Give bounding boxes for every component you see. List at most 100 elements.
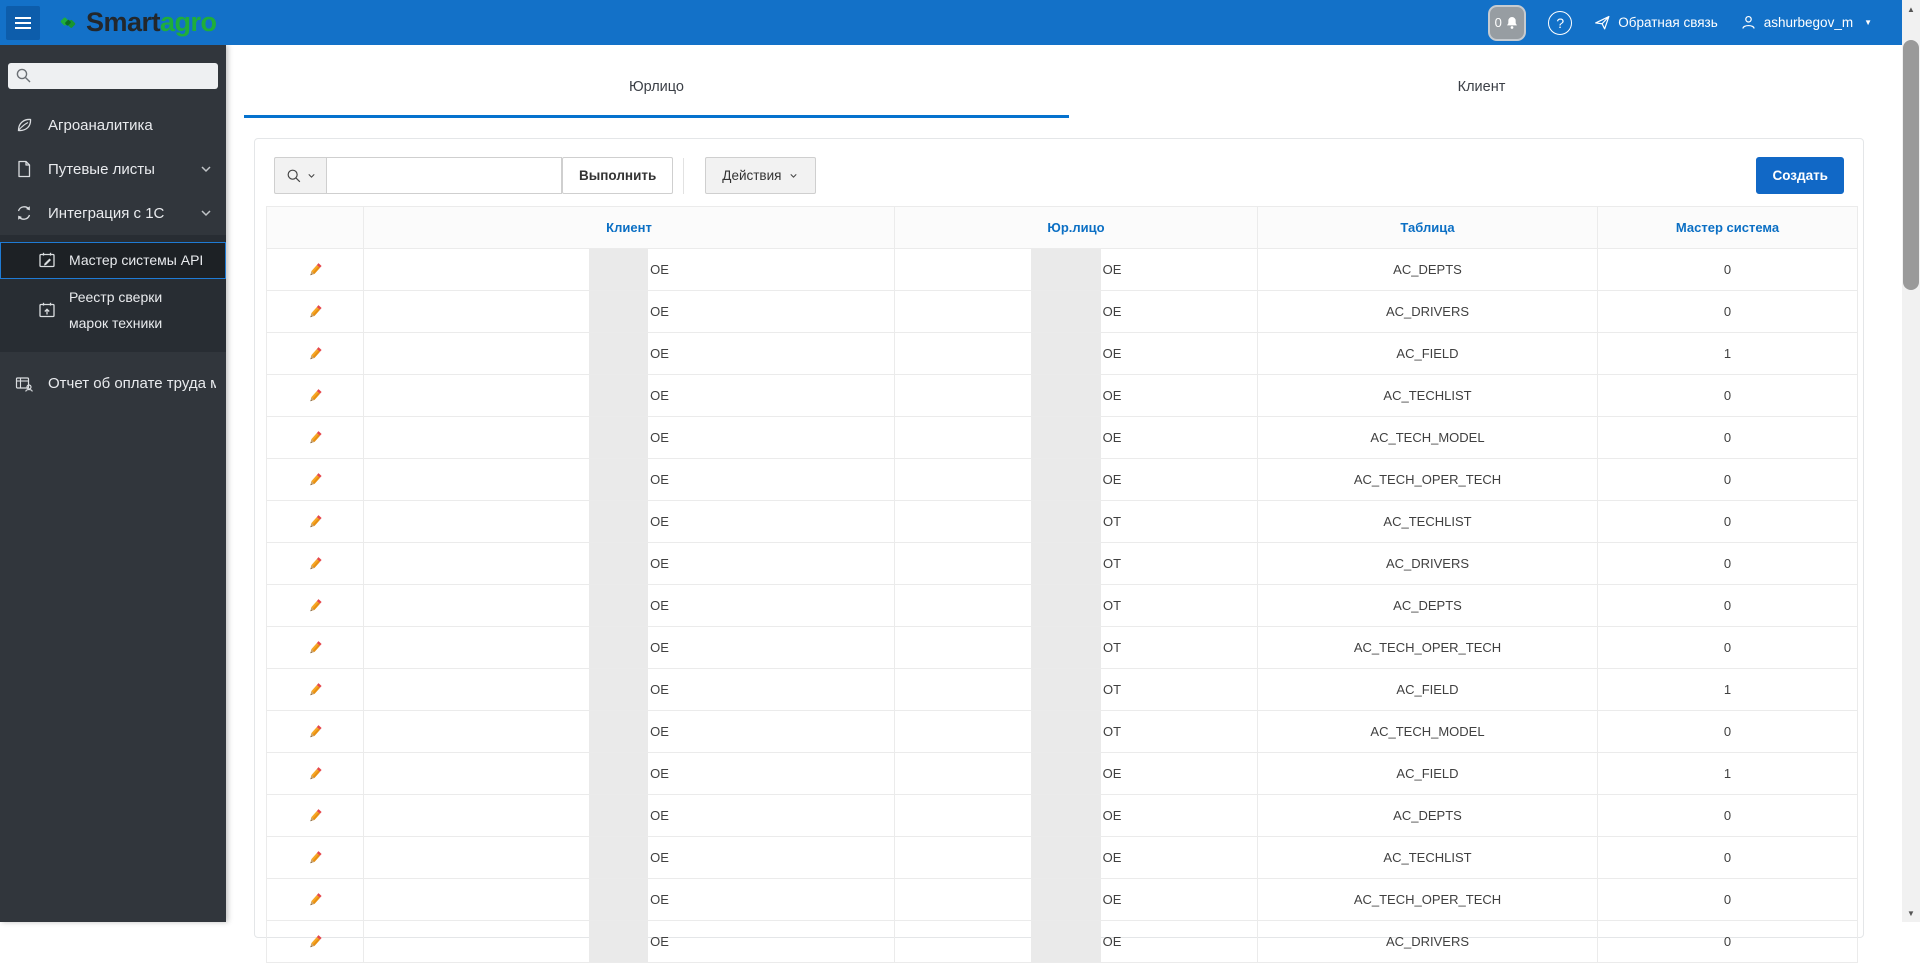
master-system-cell: 0 — [1597, 500, 1858, 543]
report-search-input[interactable] — [326, 157, 562, 194]
table-name-cell: AC_FIELD — [1257, 668, 1598, 711]
search-icon — [16, 68, 31, 83]
actions-button[interactable]: Действия — [705, 157, 817, 194]
table-name-cell: AC_DEPTS — [1257, 248, 1598, 291]
app-header: Smartagro 0 ? Обратная связь ashurbegov_… — [0, 0, 1902, 45]
redacted-entity-name — [1030, 375, 1101, 416]
edit-pencil-icon[interactable] — [307, 764, 324, 783]
execute-button[interactable]: Выполнить — [562, 157, 674, 194]
help-button[interactable]: ? — [1548, 10, 1573, 35]
tab-client[interactable]: Клиент — [1069, 59, 1894, 118]
edit-pencil-icon[interactable] — [307, 638, 324, 657]
edit-pencil-icon[interactable] — [307, 932, 324, 951]
redacted-entity-name — [1030, 459, 1101, 500]
sidebar-item-labor-payment-report[interactable]: Отчет об оплате труда ме — [0, 362, 226, 406]
sidebar-submenu-1c: Мастер системы API Реестр сверки марок т… — [0, 235, 226, 352]
edit-pencil-icon[interactable] — [307, 428, 324, 447]
edit-pencil-icon[interactable] — [307, 680, 324, 699]
master-system-cell: 0 — [1597, 248, 1858, 291]
feedback-link[interactable]: Обратная связь — [1594, 14, 1718, 31]
edit-pencil-icon[interactable] — [307, 386, 324, 405]
redacted-client-name — [589, 291, 649, 332]
actions-label: Действия — [722, 168, 782, 183]
report-panel: Выполнить Действия Создать Клиент Юр.лиц… — [254, 138, 1864, 963]
column-header-table[interactable]: Таблица — [1257, 206, 1598, 249]
table-row: ОЕ ОЕ AC_DEPTS 0 — [266, 794, 1858, 837]
master-system-cell: 1 — [1597, 332, 1858, 375]
edit-pencil-icon[interactable] — [307, 806, 324, 825]
toolbar: Выполнить Действия Создать — [266, 157, 1852, 194]
master-system-cell: 0 — [1597, 836, 1858, 879]
redacted-entity-name — [1030, 417, 1101, 458]
entity-name-suffix: ОЕ — [1102, 808, 1122, 823]
table-name-cell: AC_TECHLIST — [1257, 500, 1598, 543]
edit-pencil-icon[interactable] — [307, 890, 324, 909]
column-header-legal-entity[interactable]: Юр.лицо — [894, 206, 1258, 249]
sidebar-item-agroanalytics[interactable]: Агроаналитика — [0, 103, 226, 147]
edit-pencil-icon[interactable] — [307, 260, 324, 279]
table-name-cell: AC_DEPTS — [1257, 584, 1598, 627]
scrollbar-thumb[interactable] — [1903, 40, 1919, 290]
master-system-cell: 0 — [1597, 878, 1858, 921]
user-menu[interactable]: ashurbegov_m ▼ — [1740, 14, 1872, 31]
edit-pencil-icon[interactable] — [307, 470, 324, 489]
table-row: ОЕ ОЕ AC_DEPTS 0 — [266, 248, 1858, 291]
sidebar-item-master-systems-api[interactable]: Мастер системы API — [0, 242, 226, 279]
search-icon — [287, 169, 300, 182]
vertical-scrollbar[interactable]: ▲ ▼ — [1902, 0, 1920, 922]
edit-pencil-icon[interactable] — [307, 848, 324, 867]
client-name-suffix: ОЕ — [650, 262, 669, 277]
sidebar-search-input[interactable] — [39, 68, 212, 84]
edit-pencil-icon[interactable] — [307, 596, 324, 615]
column-header-edit — [266, 206, 364, 249]
sidebar-item-mark-reconciliation-registry[interactable]: Реестр сверки марок техники — [0, 279, 200, 342]
scroll-up-arrow[interactable]: ▲ — [1902, 0, 1920, 18]
bell-icon — [1506, 16, 1517, 29]
search-options-button[interactable] — [274, 157, 326, 194]
sidebar-item-label: Мастер системы API — [69, 252, 204, 268]
sidebar-item-label: Интеграция с 1С — [48, 204, 165, 222]
redacted-entity-name — [1030, 627, 1101, 668]
table-row: ОЕ ОЕ AC_DRIVERS 0 — [266, 290, 1858, 333]
column-header-client[interactable]: Клиент — [363, 206, 895, 249]
notifications-button[interactable]: 0 — [1488, 4, 1527, 41]
table-row: ОЕ ОЕ AC_FIELD 1 — [266, 332, 1858, 375]
sidebar: Агроаналитика Путевые листы Интеграция с… — [0, 45, 226, 922]
notification-count: 0 — [1494, 15, 1502, 30]
create-button[interactable]: Создать — [1756, 157, 1844, 194]
edit-pencil-icon[interactable] — [307, 722, 324, 741]
sidebar-item-waybills[interactable]: Путевые листы — [0, 147, 226, 191]
redacted-client-name — [589, 417, 649, 458]
sidebar-search[interactable] — [8, 63, 218, 89]
edit-pencil-icon[interactable] — [307, 512, 324, 531]
redacted-client-name — [589, 501, 649, 542]
edit-pencil-icon[interactable] — [307, 302, 324, 321]
edit-pencil-icon[interactable] — [307, 554, 324, 573]
entity-name-suffix: ОЕ — [1102, 892, 1122, 907]
redacted-entity-name — [1030, 249, 1101, 290]
table-name-cell: AC_TECH_MODEL — [1257, 710, 1598, 753]
sidebar-item-1c-integration[interactable]: Интеграция с 1С — [0, 191, 226, 235]
toolbar-separator — [683, 157, 685, 194]
master-system-cell: 0 — [1597, 794, 1858, 837]
table-name-cell: AC_DRIVERS — [1257, 920, 1598, 963]
chevron-down-icon — [790, 174, 798, 178]
tab-legal-entity[interactable]: Юрлицо — [244, 59, 1069, 118]
master-system-cell: 0 — [1597, 626, 1858, 669]
entity-name-suffix: ОЕ — [1102, 766, 1122, 781]
scroll-down-arrow[interactable]: ▼ — [1902, 904, 1920, 922]
client-name-suffix: ОЕ — [650, 850, 669, 865]
tab-bar: Юрлицо Клиент — [244, 59, 1894, 118]
hamburger-menu-button[interactable] — [6, 5, 40, 40]
redacted-client-name — [589, 249, 649, 290]
edit-pencil-icon[interactable] — [307, 344, 324, 363]
redacted-client-name — [589, 375, 649, 416]
calendar-edit-icon — [39, 253, 55, 268]
entity-name-suffix: ОЕ — [1102, 304, 1122, 319]
column-header-master-system[interactable]: Мастер система — [1597, 206, 1858, 249]
table-name-cell: AC_TECH_OPER_TECH — [1257, 626, 1598, 669]
redacted-client-name — [589, 753, 649, 794]
table-name-cell: AC_DRIVERS — [1257, 542, 1598, 585]
client-name-suffix: ОЕ — [650, 640, 669, 655]
sync-icon — [17, 206, 31, 220]
